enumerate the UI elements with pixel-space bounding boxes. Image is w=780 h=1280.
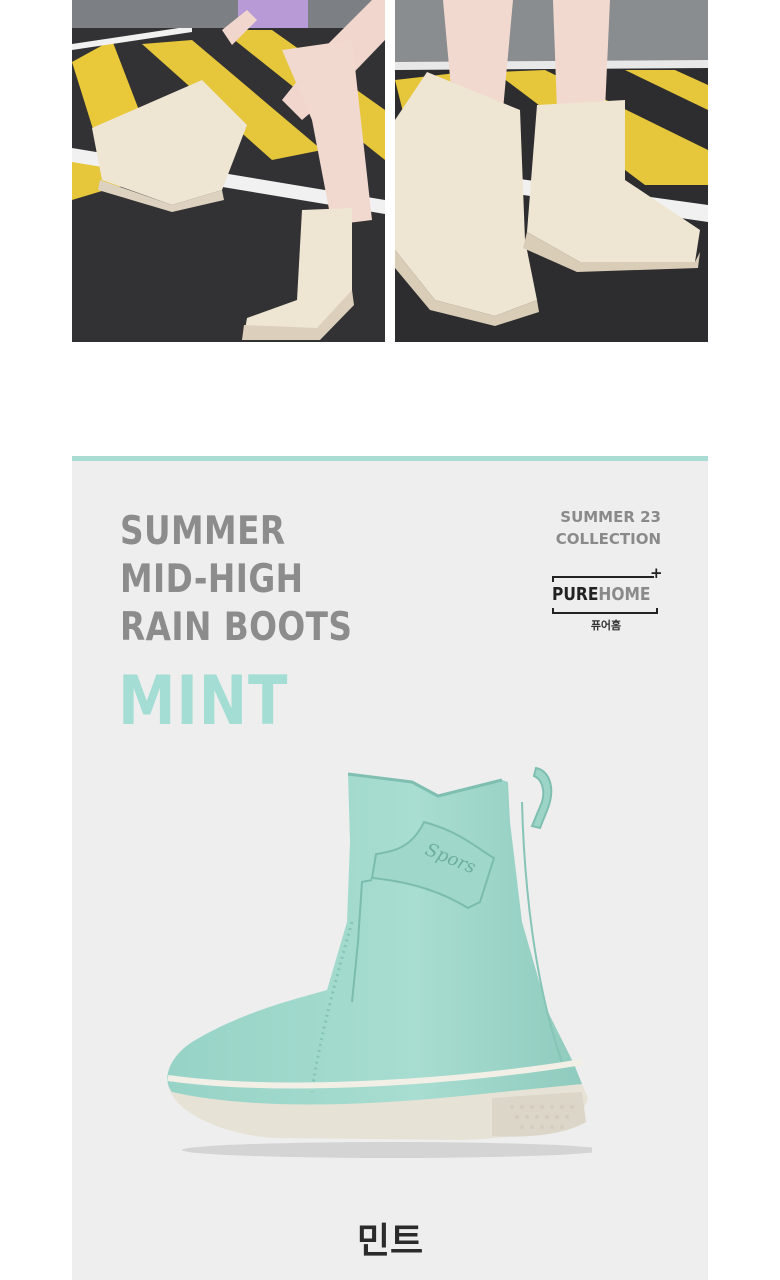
brand-name-part1: PURE <box>552 584 599 605</box>
collection-label: SUMMER 23 COLLECTION <box>556 506 661 550</box>
brand-name-part2: HOME <box>598 584 651 605</box>
title-line-3: RAIN BOOTS <box>120 605 353 650</box>
color-name: MINT <box>118 662 289 741</box>
collection-line-1: SUMMER 23 <box>560 508 661 526</box>
accent-bar <box>72 456 708 461</box>
product-panel: SUMMER MID-HIGH RAIN BOOTS MINT SUMMER 2… <box>72 456 708 1280</box>
lifestyle-photo-left <box>72 0 385 342</box>
product-title: SUMMER MID-HIGH RAIN BOOTS <box>120 508 352 652</box>
brand-plus: + <box>650 564 663 582</box>
title-line-1: SUMMER <box>120 509 286 554</box>
color-name-korean: 민트 <box>356 1221 424 1262</box>
title-line-2: MID-HIGH <box>120 557 304 602</box>
brand-logo: + PUREHOME 퓨어홈 <box>550 566 663 634</box>
lifestyle-photo-right <box>395 0 708 342</box>
brand-wordmark: PUREHOME <box>552 583 651 607</box>
product-boot-image: Spors <box>167 766 592 1158</box>
collection-line-2: COLLECTION <box>555 530 661 548</box>
brand-name-korean: 퓨어홈 <box>590 619 622 632</box>
